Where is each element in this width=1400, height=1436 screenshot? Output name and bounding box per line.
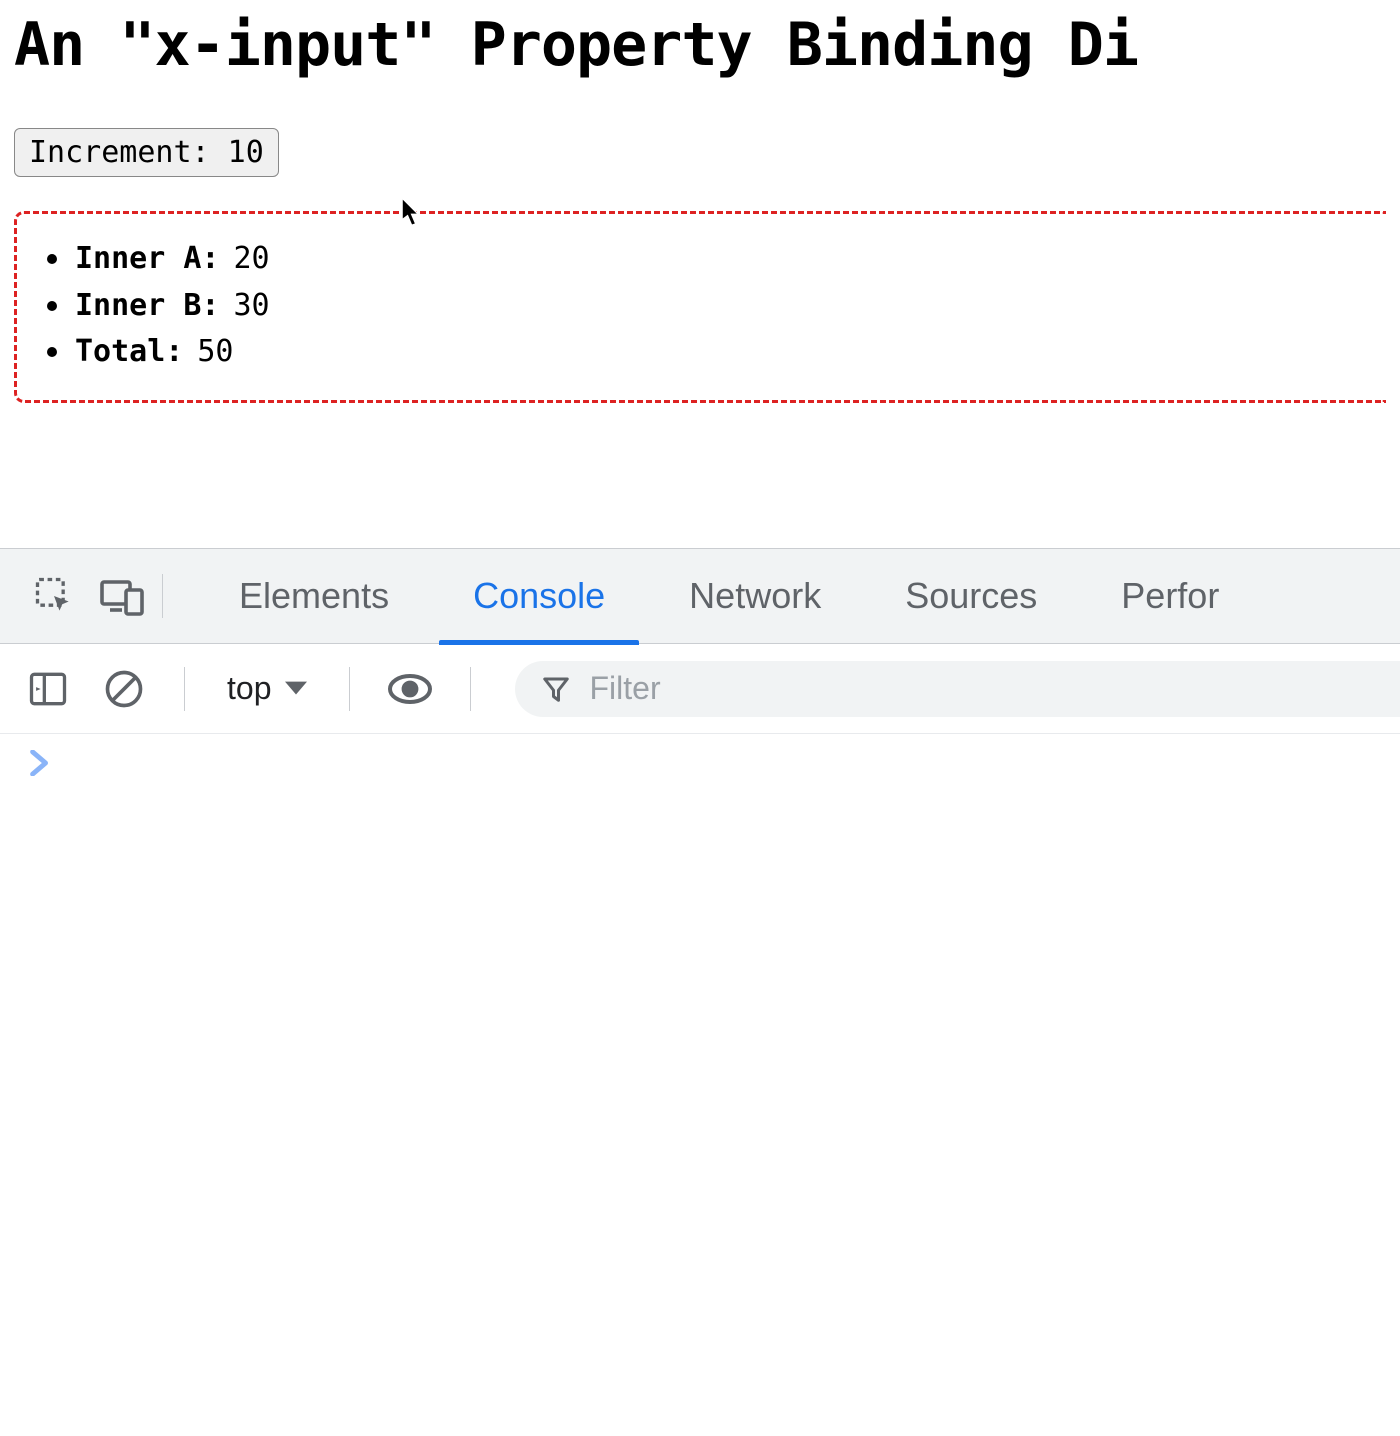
console-body[interactable] bbox=[0, 734, 1400, 800]
values-panel: Inner A: 20 Inner B: 30 Total: 50 bbox=[14, 211, 1386, 403]
tab-elements[interactable]: Elements bbox=[197, 548, 431, 644]
divider bbox=[349, 667, 350, 711]
inspect-element-icon[interactable] bbox=[20, 548, 88, 644]
divider bbox=[470, 667, 471, 711]
tab-sources[interactable]: Sources bbox=[863, 548, 1079, 644]
tab-performance[interactable]: Perfor bbox=[1079, 548, 1261, 644]
filter-icon bbox=[541, 674, 571, 704]
bullet-icon bbox=[47, 254, 57, 264]
list-item: Total: 50 bbox=[47, 329, 1386, 376]
item-value: 20 bbox=[234, 236, 270, 283]
toggle-sidebar-icon[interactable] bbox=[20, 661, 76, 717]
divider bbox=[162, 574, 163, 618]
item-label: Inner A: bbox=[75, 236, 220, 283]
list-item: Inner B: 30 bbox=[47, 283, 1386, 330]
item-value: 30 bbox=[234, 283, 270, 330]
device-toggle-icon[interactable] bbox=[88, 548, 156, 644]
context-label: top bbox=[227, 670, 271, 707]
item-value: 50 bbox=[197, 329, 233, 376]
divider bbox=[184, 667, 185, 711]
devtools-tabbar: Elements Console Network Sources Perfor bbox=[0, 548, 1400, 644]
tab-network[interactable]: Network bbox=[647, 548, 863, 644]
tab-console[interactable]: Console bbox=[431, 548, 647, 644]
list-item: Inner A: 20 bbox=[47, 236, 1386, 283]
bullet-icon bbox=[47, 301, 57, 311]
filter-input[interactable] bbox=[589, 670, 1400, 707]
filter-box[interactable] bbox=[515, 661, 1400, 717]
clear-console-icon[interactable] bbox=[96, 661, 152, 717]
chevron-down-icon bbox=[285, 681, 307, 697]
item-label: Inner B: bbox=[75, 283, 220, 330]
context-selector[interactable]: top bbox=[217, 670, 317, 707]
console-toolbar: top bbox=[0, 644, 1400, 734]
item-label: Total: bbox=[75, 329, 183, 376]
live-expression-icon[interactable] bbox=[382, 661, 438, 717]
increment-button[interactable]: Increment: 10 bbox=[14, 128, 279, 177]
console-prompt bbox=[30, 750, 50, 783]
bullet-icon bbox=[47, 347, 57, 357]
devtools-panel: Elements Console Network Sources Perfor … bbox=[0, 548, 1400, 1436]
page-title: An "x-input" Property Binding Di bbox=[14, 10, 1386, 80]
